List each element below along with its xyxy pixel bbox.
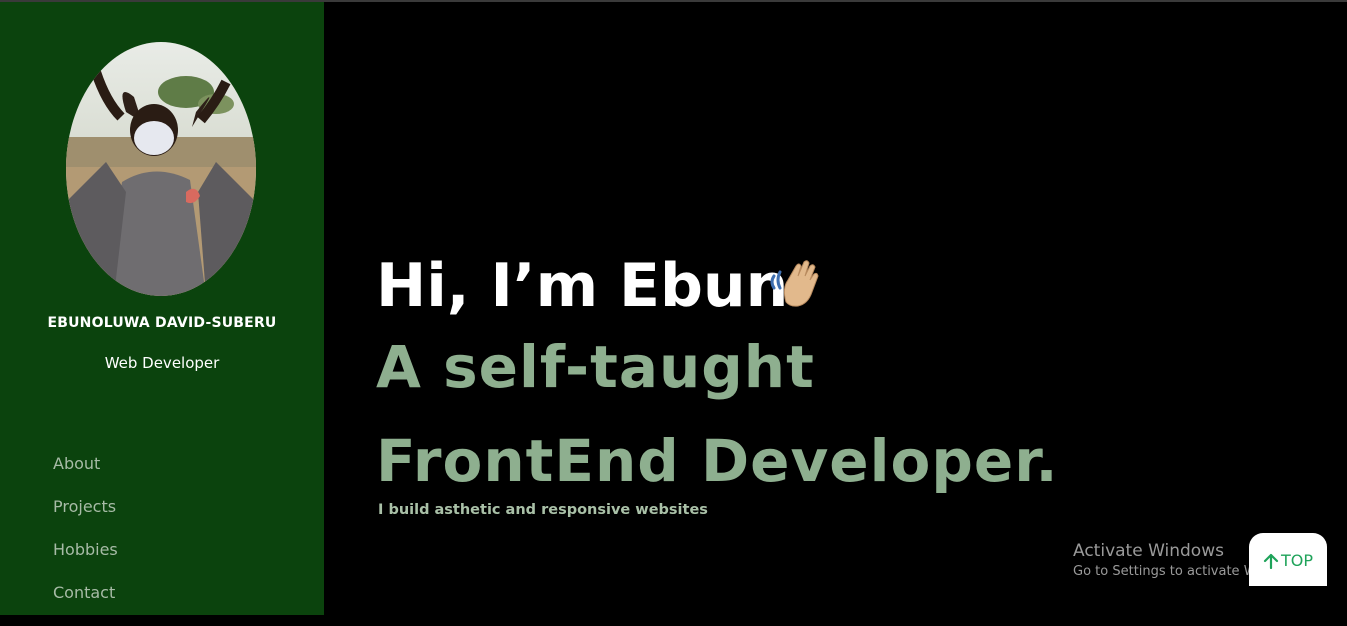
waving-hand-icon xyxy=(768,254,826,312)
profile-role: Web Developer xyxy=(104,354,220,372)
hero-tagline: I build asthetic and responsive websites xyxy=(378,502,708,518)
nav-item-hobbies[interactable]: Hobbies xyxy=(53,540,118,583)
nav-item-about[interactable]: About xyxy=(53,454,118,497)
hero-headline: A self-taught FrontEnd Developer. xyxy=(376,333,1059,495)
arrow-up-icon xyxy=(1263,553,1279,569)
scroll-to-top-button[interactable]: TOP xyxy=(1249,533,1327,586)
sidebar-nav: About Projects Hobbies Contact xyxy=(53,454,118,626)
nav-item-projects[interactable]: Projects xyxy=(53,497,118,540)
hero-greeting: Hi, I’m Ebun xyxy=(376,251,789,321)
profile-photo xyxy=(66,42,256,296)
profile-name: EBUNOLUWA DAVID-SUBERU xyxy=(47,315,277,331)
sidebar: EBUNOLUWA DAVID-SUBERU Web Developer Abo… xyxy=(0,2,324,615)
scroll-to-top-label: TOP xyxy=(1280,551,1313,570)
nav-item-contact[interactable]: Contact xyxy=(53,583,118,626)
